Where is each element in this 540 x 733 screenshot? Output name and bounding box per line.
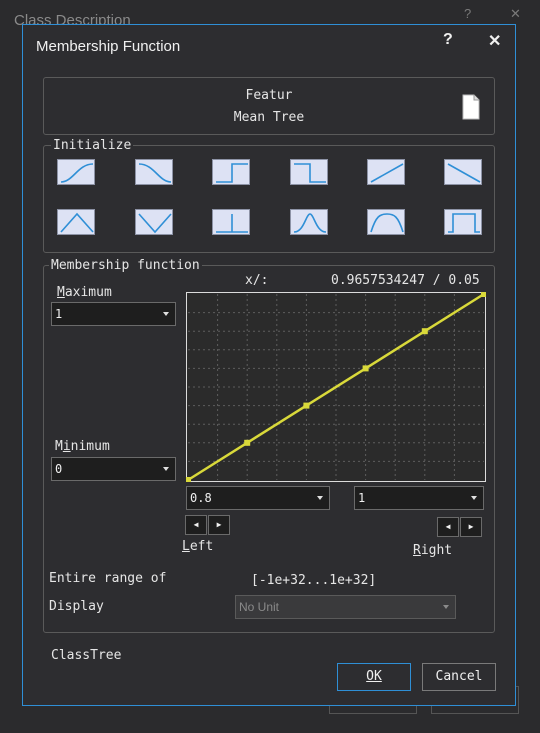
chevron-down-icon <box>163 312 169 316</box>
feature-panel: Featur Mean Tree <box>43 77 495 135</box>
membership-function-plot[interactable] <box>186 292 486 482</box>
background-help-button[interactable]: ? <box>464 6 471 21</box>
right-increase-button[interactable]: ▶ <box>460 517 482 537</box>
smaller-than-s-curve-icon <box>138 163 172 183</box>
left-decrease-button[interactable]: ◀ <box>185 515 207 535</box>
curve-point <box>481 292 486 297</box>
left-label-rest: eft <box>189 539 214 554</box>
cancel-button[interactable]: Cancel <box>422 663 496 691</box>
curve-point <box>186 477 191 482</box>
background-close-button[interactable]: ✕ <box>510 6 521 22</box>
help-button[interactable]: ? <box>443 31 453 49</box>
larger-than-linear-icon <box>370 163 404 183</box>
shape-singleton-button[interactable] <box>212 209 250 235</box>
feature-line-1: Featur <box>245 88 293 103</box>
larger-than-s-curve-icon <box>60 163 94 183</box>
entire-range-label: Entire range of <box>49 571 167 586</box>
curve-point <box>362 365 369 372</box>
maximum-label-rest: aximum <box>64 285 112 300</box>
about-range-icon <box>370 213 404 233</box>
chevron-down-icon <box>471 496 477 500</box>
chevron-down-icon <box>163 467 169 471</box>
display-unit-value: No Unit <box>239 600 280 614</box>
close-button[interactable]: ✕ <box>488 31 501 51</box>
curve-point <box>303 402 310 409</box>
display-unit-label: Display <box>49 599 104 614</box>
shape-linear-range-inverted-triangle-button[interactable] <box>135 209 173 235</box>
shape-linear-range-triangle-button[interactable] <box>57 209 95 235</box>
class-name-label: ClassTree <box>51 648 122 663</box>
membership-function-label: Membership function <box>49 258 202 273</box>
document-icon <box>462 94 480 120</box>
feature-name: Mean Tree <box>233 110 305 125</box>
linear-range-inverted-triangle-icon <box>138 213 172 234</box>
shape-larger-than-boolean-button[interactable] <box>212 159 250 185</box>
chevron-down-icon <box>317 496 323 500</box>
initialize-group <box>43 145 495 253</box>
display-unit-combo[interactable]: No Unit <box>235 595 456 619</box>
minimum-combo[interactable]: 0 <box>51 457 176 481</box>
maximum-combo[interactable]: 1 <box>51 302 176 326</box>
left-border-combo[interactable]: 0.8 <box>186 486 330 510</box>
maximum-label: Maximum <box>57 285 112 300</box>
cancel-button-label: Cancel <box>435 669 483 684</box>
right-decrease-button[interactable]: ◀ <box>437 517 459 537</box>
minimum-value: 0 <box>55 462 63 476</box>
shape-smaller-than-boolean-button[interactable] <box>290 159 328 185</box>
entire-range-value: [-1e+32...1e+32] <box>251 573 377 588</box>
singleton-icon <box>216 214 248 233</box>
minimum-label-rest: nimum <box>70 439 110 454</box>
left-label: Left <box>182 539 214 554</box>
left-increase-button[interactable]: ▶ <box>208 515 230 535</box>
curve-point <box>421 328 428 335</box>
maximum-value: 1 <box>55 307 63 321</box>
dialog-title: Membership Function <box>36 38 181 55</box>
curve-point <box>244 439 251 446</box>
right-border-value: 1 <box>358 491 366 505</box>
approximate-gaussian-icon <box>293 213 327 233</box>
full-range-icon <box>448 213 480 233</box>
larger-than-boolean-icon <box>216 163 248 183</box>
ok-button[interactable]: OK <box>337 663 411 691</box>
initialize-label: Initialize <box>51 138 134 153</box>
shape-smaller-than-s-curve-button[interactable] <box>135 159 173 185</box>
shape-larger-than-s-curve-button[interactable] <box>57 159 95 185</box>
left-border-value: 0.8 <box>190 491 212 505</box>
right-label: Right <box>413 543 453 558</box>
membership-function-dialog: Membership Function ? ✕ Featur Mean Tree… <box>22 24 516 706</box>
chevron-down-icon <box>443 605 449 609</box>
shape-larger-than-linear-button[interactable] <box>367 159 405 185</box>
smaller-than-linear-icon <box>447 163 481 183</box>
smaller-than-boolean-icon <box>294 163 326 183</box>
xy-readout: 0.9657534247 / 0.05 <box>331 273 480 288</box>
shape-smaller-than-linear-button[interactable] <box>444 159 482 185</box>
right-label-rest: ight <box>420 543 453 558</box>
right-border-combo[interactable]: 1 <box>354 486 484 510</box>
shape-approximate-gaussian-button[interactable] <box>290 209 328 235</box>
minimum-label: Minimum <box>55 439 110 454</box>
linear-range-triangle-icon <box>60 212 94 233</box>
shape-full-range-button[interactable] <box>444 209 482 235</box>
ok-button-label: OK <box>366 669 382 684</box>
shape-about-range-button[interactable] <box>367 209 405 235</box>
xy-label: x/: <box>245 273 269 288</box>
